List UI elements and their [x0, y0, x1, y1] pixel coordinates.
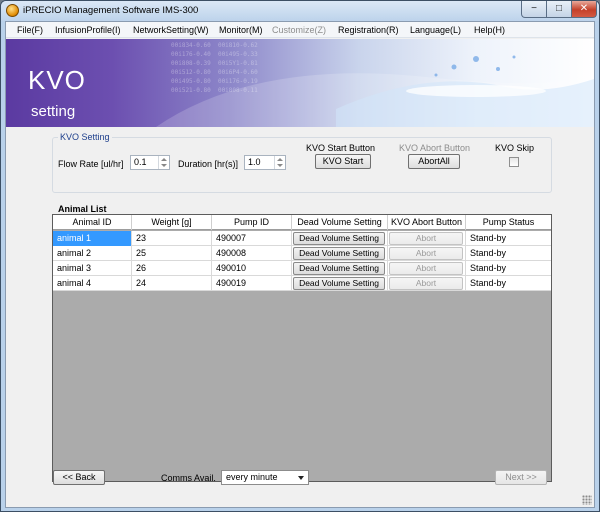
- cell-pump-id[interactable]: 490010: [212, 261, 292, 276]
- cell-kvo-abort: Abort: [388, 231, 466, 246]
- column-header-kvo-abort[interactable]: KVO Abort Button: [388, 215, 466, 230]
- abort-button[interactable]: Abort: [389, 262, 463, 275]
- cell-animal-id[interactable]: animal 1: [53, 231, 132, 246]
- app-window: iPRECIO Management Software IMS-300 − □ …: [0, 0, 600, 512]
- dead-volume-setting-button[interactable]: Dead Volume Setting: [293, 232, 385, 245]
- flow-rate-value: 0.1: [134, 157, 147, 167]
- abort-all-button[interactable]: AbortAll: [408, 154, 460, 169]
- abort-button[interactable]: Abort: [389, 247, 463, 260]
- spin-down-icon[interactable]: [277, 164, 283, 167]
- kvo-start-label: KVO Start Button: [306, 143, 376, 153]
- cell-weight[interactable]: 26: [132, 261, 212, 276]
- cell-dead-volume: Dead Volume Setting: [292, 246, 388, 261]
- banner-subtitle: setting: [31, 103, 76, 120]
- dead-volume-setting-button[interactable]: Dead Volume Setting: [293, 247, 385, 260]
- menu-file[interactable]: File(F): [17, 25, 43, 35]
- menu-help[interactable]: Help(H): [474, 25, 505, 35]
- column-header-pump-status[interactable]: Pump Status: [466, 215, 551, 230]
- header-banner: 00i834-0.60 00i810-0.62 00i176-0.40 00i4…: [6, 39, 594, 127]
- cell-dead-volume: Dead Volume Setting: [292, 261, 388, 276]
- window-title: iPRECIO Management Software IMS-300: [23, 5, 199, 16]
- column-header-weight[interactable]: Weight [g]: [132, 215, 212, 230]
- cell-pump-status: Stand-by: [470, 278, 507, 288]
- menu-bar: File(F) InfusionProfile(I) NetworkSettin…: [6, 22, 594, 38]
- spin-up-icon[interactable]: [277, 158, 283, 161]
- column-header-animal-id[interactable]: Animal ID: [53, 215, 132, 230]
- column-header-pump-id[interactable]: Pump ID: [212, 215, 292, 230]
- cell-kvo-abort: Abort: [388, 246, 466, 261]
- animal-list-table: Animal ID Weight [g] Pump ID Dead Volume…: [52, 214, 552, 482]
- duration-stepper[interactable]: 1.0: [244, 155, 286, 170]
- banner-wave-graphic: [156, 55, 594, 127]
- spin-down-icon[interactable]: [161, 164, 167, 167]
- cell-weight[interactable]: 23: [132, 231, 212, 246]
- flow-rate-label: Flow Rate [ul/hr]: [58, 159, 124, 169]
- dropdown-arrow-icon[interactable]: [298, 476, 304, 480]
- kvo-setting-group-label: KVO Setting: [58, 132, 112, 142]
- table-header: Animal ID Weight [g] Pump ID Dead Volume…: [53, 215, 551, 230]
- kvo-abort-label: KVO Abort Button: [399, 143, 471, 153]
- cell-weight[interactable]: 25: [132, 246, 212, 261]
- app-logo-icon: [6, 4, 19, 17]
- table-row[interactable]: animal 1 23 490007 Dead Volume Setting A…: [53, 231, 551, 246]
- duration-spin-arrows[interactable]: [274, 156, 285, 169]
- next-button[interactable]: Next >>: [495, 470, 547, 485]
- banner-title: KVO: [28, 65, 86, 95]
- cell-pump-id[interactable]: 490007: [212, 231, 292, 246]
- dead-volume-setting-button[interactable]: Dead Volume Setting: [293, 277, 385, 290]
- minimize-button[interactable]: −: [521, 1, 547, 18]
- cell-animal-id[interactable]: animal 4: [53, 276, 132, 291]
- cell-dead-volume: Dead Volume Setting: [292, 231, 388, 246]
- menu-registration[interactable]: Registration(R): [338, 25, 399, 35]
- menu-monitor[interactable]: Monitor(M): [219, 25, 263, 35]
- cell-pump-status: Stand-by: [470, 263, 507, 273]
- menu-network-setting[interactable]: NetworkSetting(W): [133, 25, 209, 35]
- title-bar[interactable]: iPRECIO Management Software IMS-300 − □ …: [1, 1, 599, 21]
- kvo-start-button[interactable]: KVO Start: [315, 154, 371, 169]
- cell-pump-status: Stand-by: [470, 248, 507, 258]
- cell-kvo-abort: Abort: [388, 276, 466, 291]
- flow-rate-stepper[interactable]: 0.1: [130, 155, 170, 170]
- menu-language[interactable]: Language(L): [410, 25, 461, 35]
- cell-animal-id[interactable]: animal 3: [53, 261, 132, 276]
- duration-value: 1.0: [248, 157, 261, 167]
- cell-dead-volume: Dead Volume Setting: [292, 276, 388, 291]
- table-row[interactable]: animal 4 24 490019 Dead Volume Setting A…: [53, 276, 551, 291]
- client-area: File(F) InfusionProfile(I) NetworkSettin…: [5, 21, 595, 508]
- comms-avail-select[interactable]: every minute: [221, 470, 309, 485]
- kvo-skip-label: KVO Skip: [495, 143, 535, 153]
- duration-label: Duration [hr(s)]: [178, 159, 239, 169]
- cell-pump-id[interactable]: 490008: [212, 246, 292, 261]
- comms-avail-label: Comms Avail.: [161, 473, 216, 483]
- menu-infusion-profile[interactable]: InfusionProfile(I): [55, 25, 121, 35]
- cell-pump-id[interactable]: 490019: [212, 276, 292, 291]
- table-row[interactable]: animal 2 25 490008 Dead Volume Setting A…: [53, 246, 551, 261]
- cell-weight[interactable]: 24: [132, 276, 212, 291]
- maximize-button[interactable]: □: [546, 1, 572, 18]
- dead-volume-setting-button[interactable]: Dead Volume Setting: [293, 262, 385, 275]
- kvo-skip-checkbox[interactable]: [509, 157, 519, 167]
- abort-button[interactable]: Abort: [389, 232, 463, 245]
- animal-list-label: Animal List: [58, 204, 107, 214]
- spin-up-icon[interactable]: [161, 158, 167, 161]
- comms-avail-value: every minute: [226, 472, 278, 482]
- flow-rate-spin-arrows[interactable]: [158, 156, 169, 169]
- resize-grip-icon[interactable]: [582, 495, 592, 505]
- cell-pump-status: Stand-by: [470, 233, 507, 243]
- close-button[interactable]: ✕: [571, 1, 597, 18]
- table-row[interactable]: animal 3 26 490010 Dead Volume Setting A…: [53, 261, 551, 276]
- kvo-setting-group: [52, 137, 552, 193]
- cell-animal-id[interactable]: animal 2: [53, 246, 132, 261]
- back-button[interactable]: << Back: [53, 470, 105, 485]
- column-header-dead-volume[interactable]: Dead Volume Setting: [292, 215, 388, 230]
- menu-customize[interactable]: Customize(Z): [272, 25, 326, 35]
- cell-kvo-abort: Abort: [388, 261, 466, 276]
- abort-button[interactable]: Abort: [389, 277, 463, 290]
